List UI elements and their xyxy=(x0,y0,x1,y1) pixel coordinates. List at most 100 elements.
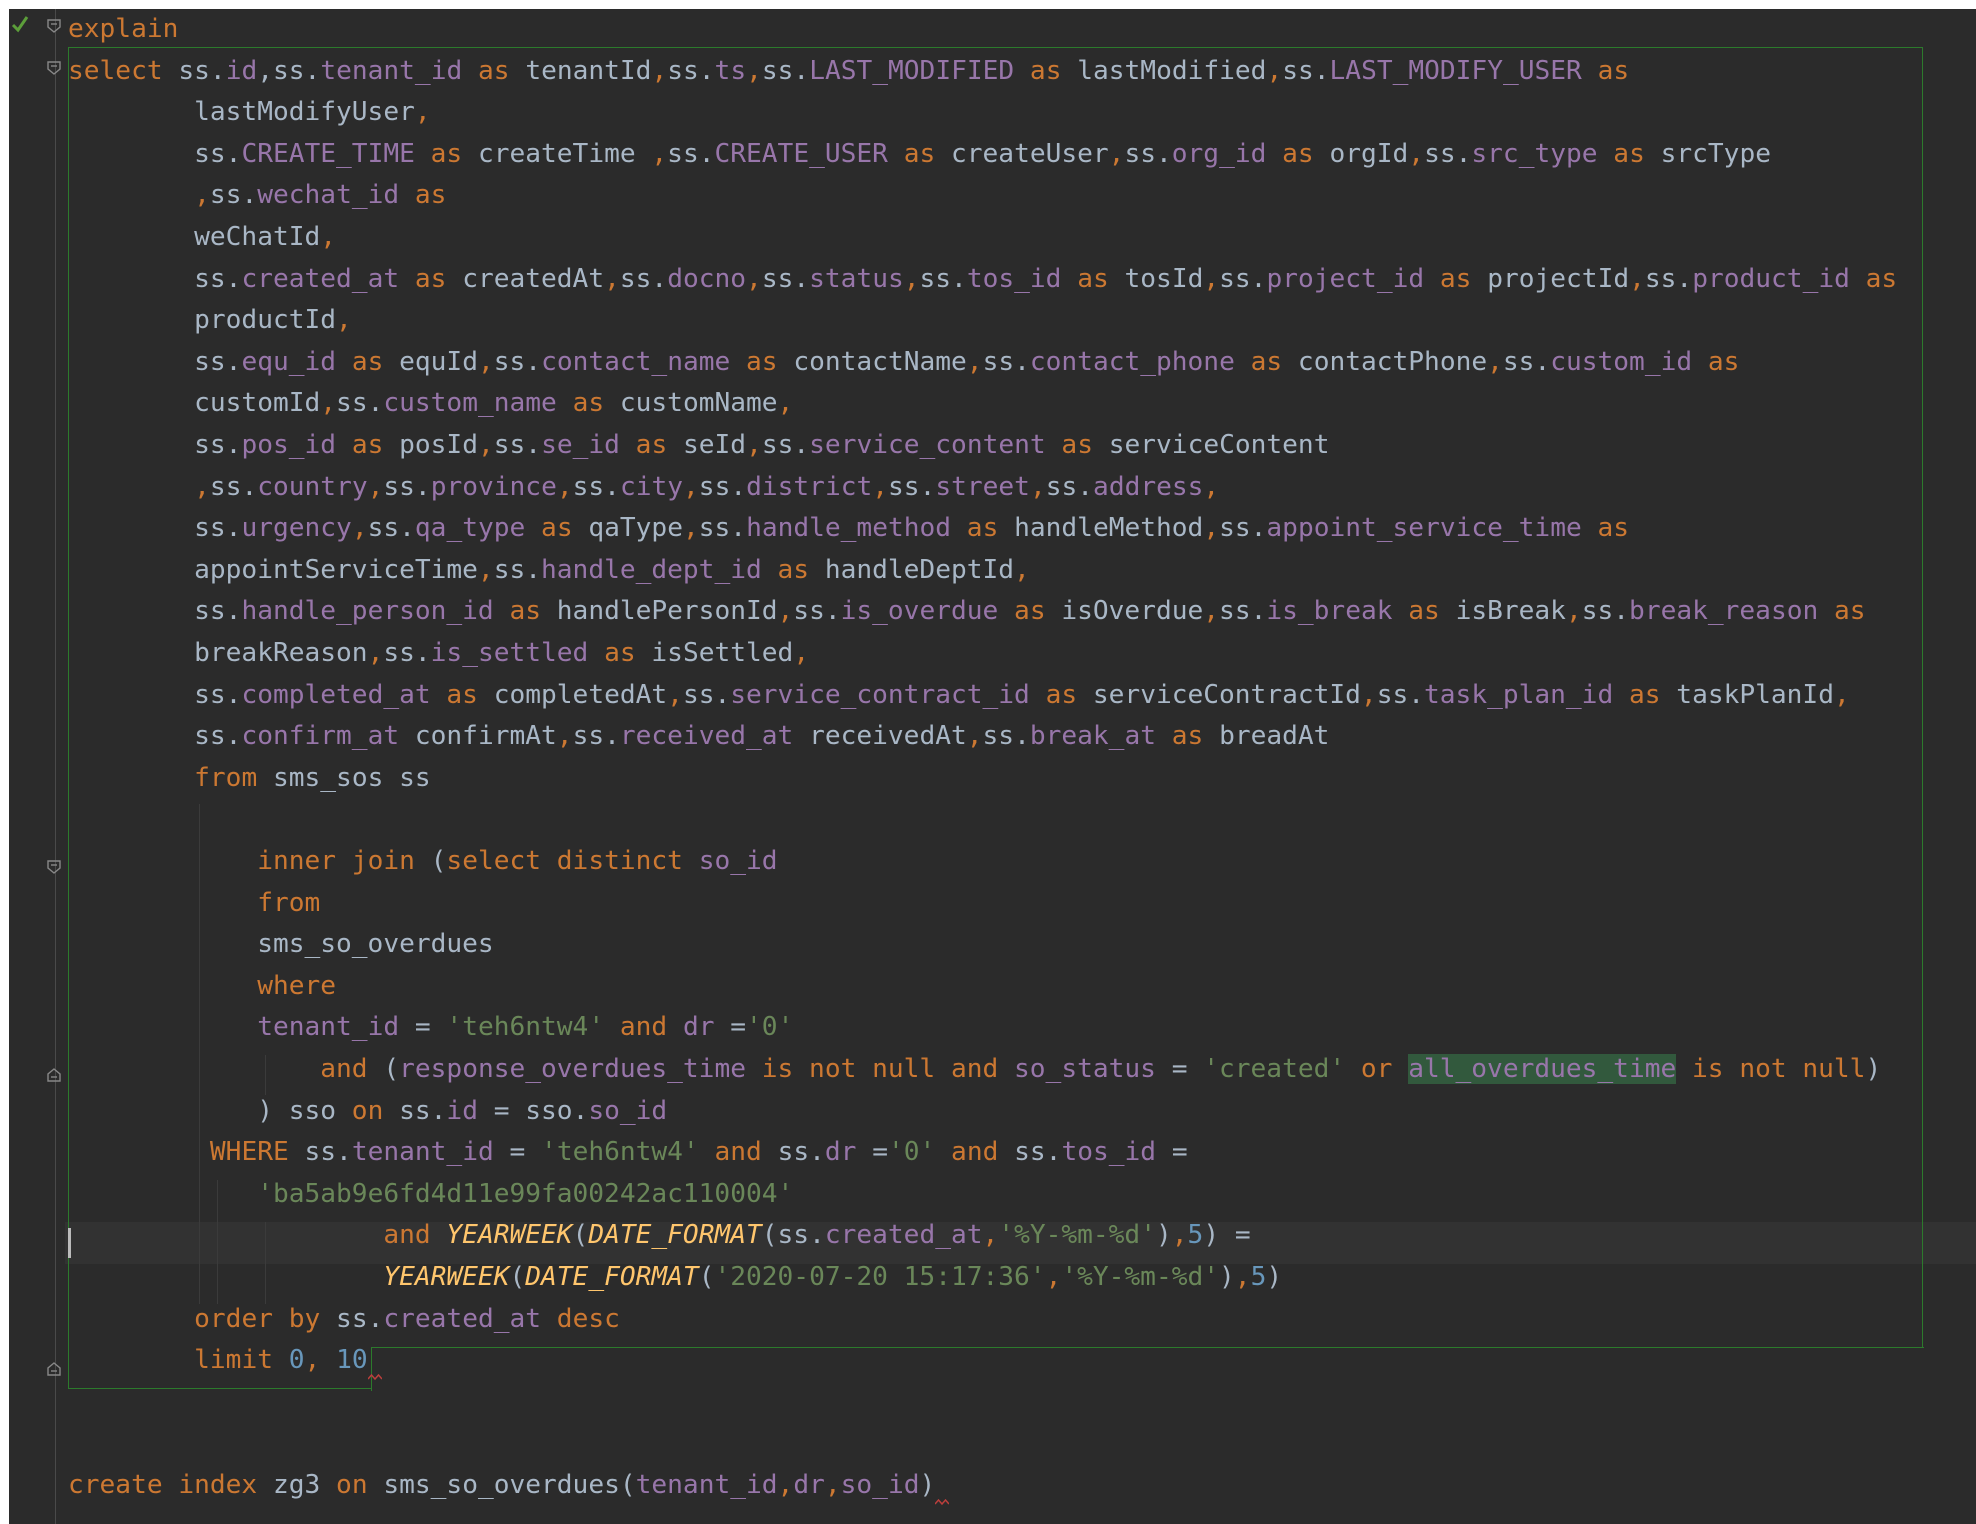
code-token: ss. xyxy=(572,721,620,752)
code-token: lastModifyUser xyxy=(68,97,415,128)
code-token: country xyxy=(257,471,368,502)
code-editor[interactable]: explain select ss.id,ss.tenant_id as tena… xyxy=(0,0,1976,1524)
code-line[interactable]: productId, xyxy=(68,299,352,341)
code-token: , xyxy=(1203,513,1220,544)
squiggle-error-icon xyxy=(367,1371,382,1381)
code-token: ss. xyxy=(68,596,242,627)
code-token: as xyxy=(493,596,557,627)
code-line[interactable]: from sms_sos ss xyxy=(68,757,431,799)
code-token: receivedAt xyxy=(793,721,967,752)
code-token: ss. xyxy=(367,513,415,544)
code-token: tenant_id xyxy=(635,1470,778,1500)
code-line[interactable]: ,ss.country,ss.province,ss.city,ss.distr… xyxy=(68,466,1219,508)
code-token: sms_sos ss xyxy=(272,762,431,793)
code-line[interactable]: weChatId, xyxy=(68,216,336,258)
code-token: as xyxy=(588,638,652,668)
code-token: , xyxy=(1833,679,1850,710)
code-line[interactable]: and (response_overdues_time is not null … xyxy=(68,1048,1881,1090)
code-token: tenant_id xyxy=(351,1137,494,1168)
code-token: , xyxy=(1234,1262,1251,1292)
code-token: appointServiceTime xyxy=(68,554,478,585)
code-token: serviceContent xyxy=(1108,430,1330,460)
code-token: '2020-07-20 15:17:36' xyxy=(714,1262,1046,1292)
editor-gutter[interactable] xyxy=(9,9,65,1524)
fold-marker-icon[interactable] xyxy=(46,60,62,76)
code-token: 'teh6ntw4' xyxy=(446,1012,605,1043)
code-line[interactable]: appointServiceTime,ss.handle_dept_id as … xyxy=(68,549,1030,591)
fold-marker-icon[interactable] xyxy=(46,859,62,875)
code-line[interactable]: customId,ss.custom_name as customName, xyxy=(68,382,793,424)
code-token: , xyxy=(320,222,337,252)
code-line[interactable]: ss.handle_person_id as handlePersonId,ss… xyxy=(68,590,1865,632)
code-line[interactable]: sms_so_overdues xyxy=(68,923,494,965)
code-token: explain xyxy=(68,14,179,44)
code-token: , xyxy=(1565,596,1582,627)
code-line[interactable]: 'ba5ab9e6fd4d11e99fa00242ac110004' xyxy=(68,1173,793,1215)
code-line[interactable]: YEARWEEK(DATE_FORMAT('2020-07-20 15:17:3… xyxy=(68,1256,1282,1298)
code-line[interactable]: create index zg3 on sms_so_overdues(tena… xyxy=(68,1464,950,1506)
code-token: '0' xyxy=(887,1137,936,1168)
fold-marker-icon[interactable] xyxy=(46,1361,62,1377)
code-token: and xyxy=(935,1137,1015,1168)
code-token: as xyxy=(730,346,794,377)
code-line[interactable]: ss.confirm_at confirmAt,ss.received_at r… xyxy=(68,715,1329,757)
code-line[interactable]: inner join (select distinct so_id xyxy=(68,840,777,882)
code-token: ss. xyxy=(682,679,731,710)
code-token: product_id xyxy=(1692,263,1850,294)
code-token: ss. xyxy=(493,430,542,460)
code-line[interactable]: ) sso on ss.id = sso.so_id xyxy=(68,1090,667,1132)
code-token: , xyxy=(477,346,494,377)
code-token: on xyxy=(351,1095,400,1126)
fold-marker-icon[interactable] xyxy=(46,1067,62,1083)
code-token: org_id xyxy=(1171,138,1267,169)
code-line[interactable]: ss.completed_at as completedAt,ss.servic… xyxy=(68,674,1850,716)
code-token: as xyxy=(1613,679,1677,710)
code-line[interactable]: ss.urgency,ss.qa_type as qaType,ss.handl… xyxy=(68,507,1629,549)
code-line[interactable]: breakReason,ss.is_settled as isSettled, xyxy=(68,632,809,674)
code-token: as xyxy=(399,263,463,294)
code-token: as xyxy=(1581,513,1630,544)
code-token: select xyxy=(68,55,179,86)
code-line[interactable]: select ss.id,ss.tenant_id as tenantId,ss… xyxy=(68,50,1629,92)
code-line[interactable]: explain xyxy=(68,8,178,50)
code-line[interactable]: ss.created_at as createdAt,ss.docno,ss.s… xyxy=(68,258,1897,300)
code-line[interactable]: ss.equ_id as equId,ss.contact_name as co… xyxy=(68,341,1739,383)
code-line[interactable]: and YEARWEEK(DATE_FORMAT(ss.created_at,'… xyxy=(68,1214,1250,1256)
code-token: , xyxy=(777,388,794,419)
code-token: ss. xyxy=(68,679,242,710)
code-line[interactable]: tenant_id = 'teh6ntw4' and dr ='0' xyxy=(68,1006,793,1048)
code-token: ss. xyxy=(619,263,668,294)
code-token: and xyxy=(320,1054,384,1084)
code-token: ts xyxy=(714,55,747,86)
code-token: ss. xyxy=(383,471,431,502)
code-line[interactable]: lastModifyUser, xyxy=(68,91,431,133)
code-line[interactable]: ss.CREATE_TIME as createTime ,ss.CREATE_… xyxy=(68,133,1771,175)
code-line[interactable]: from xyxy=(68,882,320,924)
code-token: wechat_id xyxy=(257,180,400,211)
code-line[interactable]: WHERE ss.tenant_id = 'teh6ntw4' and ss.d… xyxy=(68,1131,1188,1173)
code-token: is not null and xyxy=(745,1054,1015,1084)
code-line[interactable]: order by ss.created_at desc xyxy=(68,1298,620,1340)
code-line[interactable]: where xyxy=(68,965,336,1007)
code-line[interactable]: ss.pos_id as posId,ss.se_id as seId,ss.s… xyxy=(68,424,1329,466)
code-line[interactable]: ,ss.wechat_id as xyxy=(68,174,446,216)
code-token: breakReason xyxy=(68,638,368,668)
fold-marker-icon[interactable] xyxy=(46,18,62,34)
code-token: , xyxy=(746,263,762,294)
code-line[interactable]: limit 0, 10 xyxy=(68,1339,382,1381)
code-token: from xyxy=(194,762,273,793)
code-token: createUser xyxy=(951,138,1109,169)
code-token: ss. xyxy=(1282,55,1330,86)
code-token: appoint_service_time xyxy=(1266,513,1582,544)
code-token: handle_dept_id xyxy=(541,554,762,585)
code-token: street xyxy=(935,471,1030,502)
code-token: , xyxy=(477,430,494,460)
code-token: ss. xyxy=(68,721,242,752)
code-token: ss. xyxy=(1644,263,1693,294)
code-token: ss. xyxy=(698,471,747,502)
